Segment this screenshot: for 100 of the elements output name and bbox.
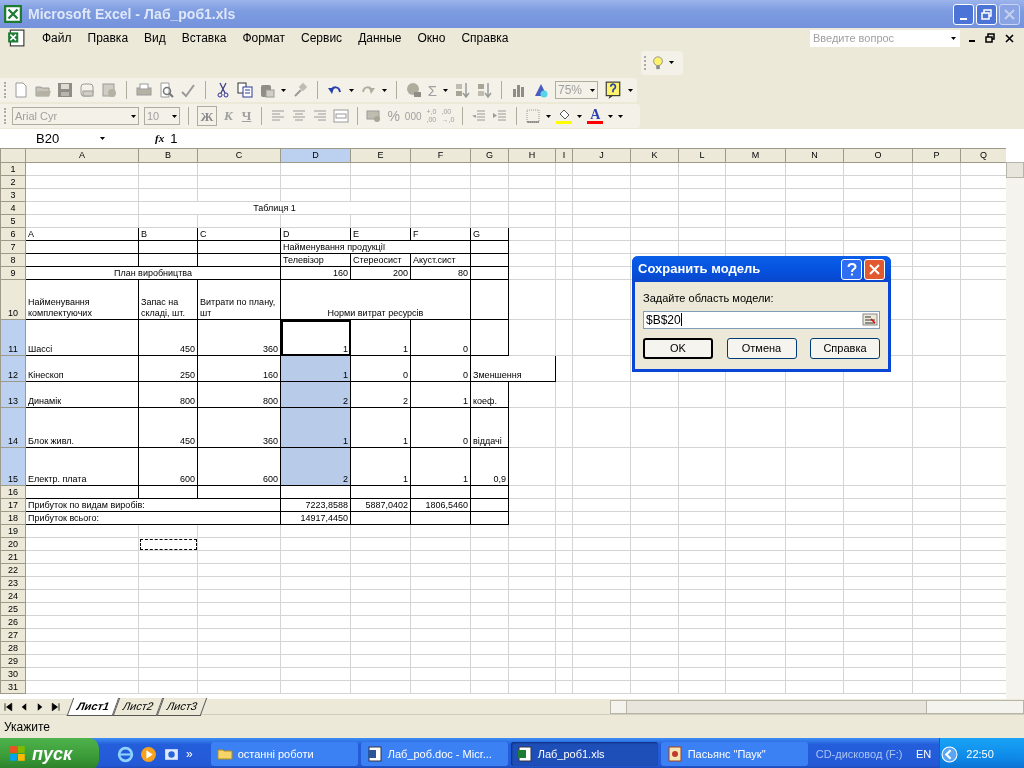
column-header[interactable]: D <box>280 148 351 163</box>
column-header[interactable]: Q <box>960 148 1006 163</box>
table-cell: Запас на складі, шт. <box>138 279 198 320</box>
column-header[interactable]: H <box>508 148 556 163</box>
menu-item[interactable]: Формат <box>234 29 294 47</box>
table-cell: 1 <box>350 319 411 356</box>
cut-icon[interactable] <box>214 82 231 98</box>
caret-icon[interactable] <box>280 88 286 92</box>
show-hidden-icons-icon[interactable] <box>941 745 959 763</box>
row-header[interactable]: 14 <box>0 407 26 448</box>
caret-icon[interactable] <box>443 88 448 92</box>
globe-icon[interactable] <box>405 82 422 98</box>
media-player-icon[interactable] <box>140 745 157 763</box>
column-header[interactable]: K <box>630 148 679 163</box>
spell-check-icon[interactable] <box>179 82 196 98</box>
copy-icon[interactable] <box>236 82 253 98</box>
excel-icon <box>4 5 22 23</box>
restore-icon[interactable] <box>985 33 995 43</box>
range-picker-icon[interactable] <box>862 313 878 326</box>
table-cell: D <box>280 227 351 241</box>
column-header[interactable]: O <box>843 148 913 163</box>
taskbar-button[interactable]: останні роботи <box>210 742 358 766</box>
menu-item[interactable]: Правка <box>79 29 137 47</box>
table-cell: Кінескоп <box>25 355 139 382</box>
chart-icon[interactable] <box>511 82 527 98</box>
caret-icon[interactable] <box>348 88 354 92</box>
menu-item[interactable]: Файл <box>34 29 80 47</box>
formula-field[interactable]: 1 <box>170 128 178 149</box>
drawing-icon[interactable] <box>533 82 549 98</box>
table-cell: 5887,0402 <box>350 498 411 512</box>
horizontal-scrollbar[interactable] <box>610 699 1024 714</box>
table-cell: 1 <box>280 355 351 382</box>
font-color-button[interactable]: A <box>587 108 604 124</box>
caret-icon[interactable] <box>131 114 136 118</box>
table-cell: 2 <box>280 381 351 408</box>
menu-item[interactable]: Вид <box>136 29 174 47</box>
column-header[interactable]: J <box>572 148 631 163</box>
help-icon[interactable] <box>604 81 622 99</box>
menu-item[interactable]: Окно <box>409 29 454 47</box>
menu-item[interactable]: Вставка <box>173 29 235 47</box>
column-header[interactable]: N <box>785 148 844 163</box>
caret-icon[interactable] <box>628 88 633 92</box>
caret-icon[interactable] <box>590 88 595 92</box>
column-header[interactable]: M <box>725 148 786 163</box>
start-button[interactable]: пуск <box>0 738 99 768</box>
caret-icon[interactable] <box>172 114 177 118</box>
dialog-button[interactable]: Отмена <box>726 337 797 359</box>
restore-button[interactable] <box>976 3 997 25</box>
fill-color-icon[interactable] <box>556 108 573 124</box>
menu-item[interactable]: Справка <box>453 29 517 47</box>
caret-icon[interactable] <box>546 114 552 118</box>
dialog-button[interactable]: Справка <box>810 337 880 359</box>
menu-item[interactable]: Данные <box>350 29 410 47</box>
vertical-scrollbar[interactable] <box>1006 148 1024 699</box>
column-header[interactable]: L <box>678 148 726 163</box>
function-button[interactable]: fx <box>155 130 165 147</box>
language-indicator[interactable]: EN <box>916 745 932 763</box>
help-button[interactable] <box>841 258 862 280</box>
minimize-button[interactable] <box>953 3 974 25</box>
caret-icon[interactable] <box>577 114 583 118</box>
scroll-last-icon[interactable] <box>49 700 63 713</box>
column-header[interactable]: P <box>912 148 961 163</box>
browser-icon[interactable] <box>117 745 134 763</box>
column-header[interactable]: B <box>138 148 198 163</box>
taskbar-button[interactable]: Лаб_роб1.xls <box>510 742 658 766</box>
caret-icon[interactable] <box>669 61 674 64</box>
row-header[interactable]: 10 <box>0 279 26 320</box>
row-header[interactable]: 12 <box>0 355 26 382</box>
print-preview-icon[interactable] <box>157 82 174 98</box>
caret-icon[interactable] <box>381 88 387 92</box>
table-cell: Акуст.сист <box>410 253 471 267</box>
name-box[interactable]: B20 <box>0 130 96 147</box>
table-cell: 250 <box>138 355 198 382</box>
menu-item[interactable]: Сервис <box>293 29 351 47</box>
taskbar-button[interactable]: Пасьянс "Паук" <box>660 742 808 766</box>
scroll-first-icon[interactable] <box>1 700 15 713</box>
taskbar-button[interactable]: Лаб_роб.doc - Micr... <box>360 742 508 766</box>
table-cell: 2 <box>350 381 411 408</box>
table-cell: Блок живл. <box>25 407 139 448</box>
row-header[interactable]: 15 <box>0 447 26 486</box>
save-icon[interactable] <box>56 82 73 98</box>
column-header[interactable]: C <box>197 148 281 163</box>
column-header[interactable]: E <box>350 148 411 163</box>
paste-icon[interactable] <box>258 82 275 98</box>
more-button[interactable]: » <box>186 745 193 763</box>
dialog-button[interactable]: OK <box>643 337 713 359</box>
table-cell: Витрати по плану, шт <box>197 279 281 320</box>
table-cell: План виробництва <box>25 266 281 280</box>
row-header[interactable]: 11 <box>0 319 26 356</box>
row-header[interactable]: 13 <box>0 381 26 408</box>
close-icon[interactable] <box>1005 33 1014 43</box>
restore-icon <box>981 8 992 20</box>
range-input-field[interactable]: $B$20 <box>643 310 880 329</box>
column-header[interactable]: A <box>25 148 139 163</box>
table-cell: 1 <box>350 447 411 486</box>
column-header[interactable]: G <box>470 148 509 163</box>
caret-icon[interactable] <box>951 36 956 40</box>
column-header[interactable]: F <box>410 148 471 163</box>
spreadsheet-icon[interactable] <box>6 29 26 47</box>
caret-icon[interactable] <box>100 137 105 140</box>
